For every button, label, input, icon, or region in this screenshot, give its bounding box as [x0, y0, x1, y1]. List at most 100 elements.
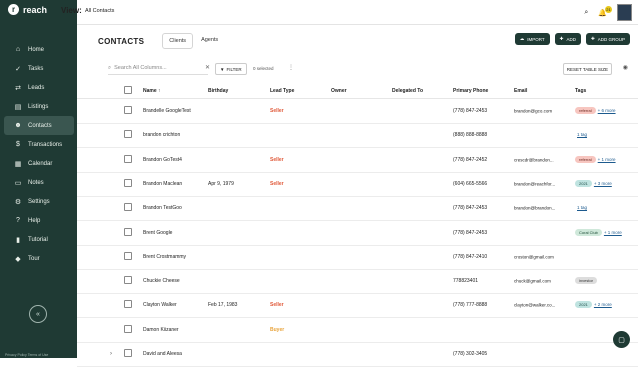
listings-icon: ▤	[14, 103, 22, 111]
logo[interactable]: r reach	[8, 4, 47, 15]
contact-name[interactable]: Brandon Maclean	[143, 181, 182, 187]
logo-text: reach	[23, 4, 48, 15]
col-delegated-to[interactable]: Delegated To	[392, 88, 423, 94]
tab-agents[interactable]: Agents	[195, 33, 224, 49]
tab-clients[interactable]: Clients	[162, 33, 194, 49]
add-group-button[interactable]: ✚ ADD GROUP	[585, 33, 630, 45]
hide-columns-icon[interactable]: ◉	[623, 64, 628, 71]
sidebar-item-home[interactable]: ⌂ Home	[4, 40, 74, 59]
row-checkbox[interactable]	[124, 106, 132, 116]
select-all-checkbox[interactable]	[124, 86, 132, 96]
filter-icon: ▼	[220, 66, 225, 72]
row-checkbox[interactable]	[124, 324, 132, 335]
table-row[interactable]: brandon crichton (888) 888-8888 1 tag	[77, 123, 638, 149]
sidebar-item-notes[interactable]: ▭ Notes	[4, 173, 74, 192]
col-name[interactable]: Name ↑	[143, 88, 161, 94]
clear-icon[interactable]: ✕	[205, 64, 210, 71]
contact-name[interactable]: Brandon GoTest4	[143, 157, 182, 163]
view-select[interactable]: All Contacts	[85, 8, 114, 14]
sidebar-item-label: Home	[28, 46, 45, 53]
row-checkbox[interactable]	[124, 178, 132, 189]
col-email[interactable]: Email	[514, 88, 527, 94]
notes-icon: ▭	[14, 179, 22, 187]
contact-email[interactable]: brandon@reachfor...	[514, 181, 555, 186]
expand-icon[interactable]: ›	[110, 351, 112, 357]
row-checkbox[interactable]	[124, 203, 132, 213]
col-primary-phone[interactable]: Primary Phone	[453, 88, 488, 94]
table-row[interactable]: Brandon GoTest4 Seller (778) 847-2452 cresc…	[77, 148, 638, 173]
sidebar-item-settings[interactable]: ⚙ Settings	[4, 192, 74, 211]
sidebar-item-calendar[interactable]: ▦ Calendar	[4, 154, 74, 173]
table-row[interactable]: Clayton Walker Feb 17, 1983 Seller (778) 77…	[77, 293, 638, 319]
col-owner[interactable]: Owner	[331, 88, 347, 94]
filter-button[interactable]: ▼ FILTER	[215, 63, 247, 75]
col-birthday[interactable]: Birthday	[208, 88, 228, 94]
contact-name[interactable]: Brandon TestGoo	[143, 205, 182, 211]
table-row[interactable]: › David and Aleesa (778) 302-3405	[77, 342, 638, 367]
table-row[interactable]: Brandon Maclean Apr 9, 1979 Seller (604) 66…	[77, 172, 638, 197]
contact-phone: (778) 302-3405	[453, 351, 488, 357]
sidebar-item-tutorial[interactable]: ▮ Tutorial	[4, 230, 74, 249]
footer-links[interactable]: Privacy Policy Terms of Use	[5, 353, 48, 357]
reset-table-size-button[interactable]: RESET TABLE SIZE	[562, 63, 612, 75]
contact-email[interactable]: crescdr@brandon...	[514, 157, 554, 162]
contact-phone: (778) 847-2452	[453, 156, 488, 163]
search-input[interactable]: ⌕ Search All Columns... ✕	[108, 62, 210, 75]
notifications-button[interactable]: 🔔 21	[598, 5, 612, 17]
more-tags-link[interactable]: + 2 more	[594, 302, 612, 307]
chat-button[interactable]: ▢	[613, 331, 630, 348]
contact-email[interactable]: brandon@gco.com	[514, 109, 552, 114]
table-row[interactable]: Brent Crostmammy (778) 847-2410 croston@gm…	[77, 245, 638, 270]
table-row[interactable]: Chuckie Cheese 778823401 chuck@gmail.com in…	[77, 269, 638, 295]
more-tags-link[interactable]: + 6 more	[598, 108, 616, 113]
table-row[interactable]: Damon Kiizaner Buyer	[77, 318, 638, 343]
sidebar-item-contacts[interactable]: ☻ Contacts	[4, 116, 74, 135]
collapse-sidebar-button[interactable]: «	[29, 305, 47, 323]
more-tags-link[interactable]: + 1 more	[598, 157, 616, 162]
row-checkbox[interactable]	[124, 130, 132, 140]
contact-email[interactable]: clayton@walker.co...	[514, 303, 555, 308]
search-icon[interactable]: ⌕	[584, 9, 588, 17]
row-checkbox[interactable]	[124, 154, 132, 165]
col-lead-type[interactable]: Lead Type	[270, 88, 294, 94]
table-row[interactable]: Brandelle GoogleTest Seller (778) 847-2453…	[77, 99, 638, 124]
table-row[interactable]: Brent Google (778) 847-2453 Coral Club + 1 …	[77, 221, 638, 246]
sidebar-item-label: Help	[28, 217, 41, 224]
contact-lead-type: Seller	[270, 108, 284, 114]
contact-lead-type: Seller	[270, 156, 284, 163]
contact-email[interactable]: croston@gmail.com	[514, 254, 554, 259]
more-tags-link[interactable]: 1 tag	[577, 205, 587, 210]
row-checkbox[interactable]	[124, 251, 132, 262]
table-row[interactable]: Brandon TestGoo (778) 847-2453 brandon@bra…	[77, 196, 638, 222]
contact-name[interactable]: Chuckie Cheese	[143, 278, 180, 284]
sidebar-item-tour[interactable]: ◆ Tour	[4, 249, 74, 268]
contact-email[interactable]: brandon@brandon...	[514, 206, 555, 211]
contact-name[interactable]: Clayton Walker	[143, 302, 177, 308]
sidebar-item-label: Leads	[28, 84, 45, 91]
more-tags-link[interactable]: + 1 more	[604, 230, 622, 235]
contact-name[interactable]: David and Aleesa	[143, 351, 182, 357]
sidebar-item-help[interactable]: ? Help	[4, 211, 74, 230]
contact-birthday: Apr 9, 1979	[208, 180, 234, 187]
col-tags[interactable]: Tags	[575, 88, 586, 94]
contact-name[interactable]: Brent Crostmammy	[143, 254, 186, 260]
contact-name[interactable]: Brandelle GoogleTest	[143, 108, 191, 114]
row-checkbox[interactable]	[124, 227, 132, 238]
tutorial-icon: ▮	[16, 236, 20, 244]
sidebar-item-listings[interactable]: ▤ Listings	[4, 97, 74, 116]
contact-name[interactable]: Brent Google	[143, 230, 172, 236]
import-button[interactable]: ☁ IMPORT	[514, 33, 550, 45]
sidebar-item-leads[interactable]: ⇄ Leads	[4, 78, 74, 97]
avatar[interactable]	[617, 4, 632, 21]
contact-name[interactable]: brandon crichton	[143, 132, 180, 138]
more-tags-link[interactable]: + 3 more	[594, 181, 612, 186]
row-checkbox[interactable]	[124, 276, 132, 286]
more-options-icon[interactable]: ⋮	[288, 64, 294, 71]
more-tags-link[interactable]: 1 tag	[577, 132, 587, 137]
sidebar-item-tasks[interactable]: ✓ Tasks	[4, 59, 74, 78]
contact-name[interactable]: Damon Kiizaner	[143, 327, 179, 333]
contact-email[interactable]: chuck@gmail.com	[514, 279, 551, 284]
row-checkbox[interactable]	[124, 300, 132, 310]
sidebar-item-transactions[interactable]: $ Transactions	[4, 135, 74, 154]
add-button[interactable]: ✚ ADD	[554, 33, 581, 45]
